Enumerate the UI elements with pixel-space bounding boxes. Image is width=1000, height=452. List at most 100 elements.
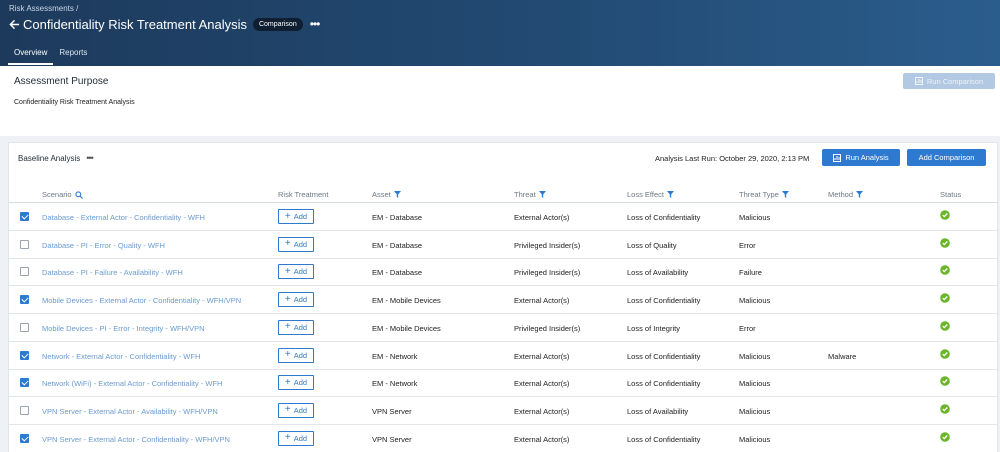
add-risk-treatment-button[interactable]: + Add <box>278 209 314 224</box>
add-risk-treatment-button[interactable]: + Add <box>278 264 314 280</box>
loss-effect-cell: Loss of Availability <box>627 406 689 416</box>
asset-cell: VPN Server <box>372 434 412 444</box>
threat-cell: External Actor(s) <box>514 296 570 306</box>
row-checkbox[interactable] <box>20 295 29 305</box>
col-loss-effect[interactable]: Loss Effect <box>627 190 674 199</box>
loss-effect-cell: Loss of Quality <box>627 240 677 250</box>
threat-cell: External Actor(s) <box>514 351 570 361</box>
status-ok-icon <box>940 237 950 248</box>
search-icon[interactable] <box>74 190 83 199</box>
loss-effect-cell: Loss of Availability <box>627 268 689 278</box>
add-label: Add <box>293 405 308 415</box>
threat-type-cell: Malicious <box>739 213 771 222</box>
asset-cell: EM - Database <box>372 240 423 250</box>
row-checkbox[interactable] <box>20 212 29 221</box>
scenario-link[interactable]: Network - External Actor - Confidentiali… <box>42 352 200 361</box>
scenario-link[interactable]: Database - PI - Failure - Availability -… <box>42 268 183 277</box>
tab-bar: Overview Reports <box>8 48 93 65</box>
col-method-label: Method <box>828 190 854 199</box>
run-comparison-button[interactable]: Run Comparison <box>903 73 995 89</box>
asset-cell: VPN Server <box>372 406 412 416</box>
purpose-text: Confidentiality Risk Treatment Analysis <box>14 99 135 106</box>
filter-icon[interactable] <box>538 191 546 198</box>
scenario-link[interactable]: Database - External Actor - Confidential… <box>42 213 205 222</box>
tab-reports[interactable]: Reports <box>53 48 93 65</box>
baseline-analysis-card: Baseline Analysis ••• Analysis Last Run:… <box>8 142 998 452</box>
row-checkbox[interactable] <box>20 322 29 332</box>
comparison-icon <box>914 77 923 85</box>
threat-type-cell: Malicious <box>739 351 771 361</box>
plus-icon: + <box>284 265 291 277</box>
add-comparison-button[interactable]: Add Comparison <box>907 149 986 166</box>
add-label: Add <box>293 239 308 249</box>
add-risk-treatment-button[interactable]: + Add <box>278 236 314 252</box>
back-arrow-icon[interactable] <box>7 17 21 31</box>
col-scenario[interactable]: Scenario <box>42 190 83 199</box>
col-threat[interactable]: Threat <box>514 190 546 199</box>
plus-icon: + <box>284 238 291 250</box>
table-row: Network (WiFi) - External Actor - Confid… <box>9 369 997 398</box>
loss-effect-cell: Loss of Confidentiality <box>627 296 701 306</box>
add-label: Add <box>293 378 308 388</box>
more-options-icon[interactable]: ••• <box>310 18 321 30</box>
assessment-purpose-panel: Assessment Purpose Confidentiality Risk … <box>0 66 1000 136</box>
scenario-link[interactable]: Database - PI - Error - Quality - WFH <box>42 241 165 250</box>
row-checkbox[interactable] <box>20 239 29 249</box>
scenario-link[interactable]: Mobile Devices - External Actor - Confid… <box>42 296 241 305</box>
add-risk-treatment-button[interactable]: + Add <box>278 402 314 418</box>
table-row: Database - PI - Failure - Availability -… <box>9 258 997 287</box>
table-row: Mobile Devices - External Actor - Confid… <box>9 286 997 315</box>
plus-icon: + <box>284 376 291 388</box>
row-checkbox[interactable] <box>20 433 29 443</box>
plus-icon: + <box>284 210 291 222</box>
row-checkbox[interactable] <box>20 405 29 415</box>
row-checkbox[interactable] <box>20 350 29 360</box>
filter-icon[interactable] <box>393 191 401 198</box>
col-threat-type[interactable]: Threat Type <box>739 190 789 199</box>
threat-cell: Privileged Insider(s) <box>514 268 581 278</box>
row-checkbox[interactable] <box>20 378 29 388</box>
asset-cell: EM - Network <box>372 351 418 361</box>
plus-icon: + <box>284 293 291 305</box>
filter-icon[interactable] <box>666 191 674 198</box>
tab-overview[interactable]: Overview <box>8 48 54 65</box>
loss-effect-cell: Loss of Integrity <box>627 323 680 333</box>
plus-icon: + <box>284 432 291 444</box>
breadcrumb[interactable]: Risk Assessments / <box>9 4 78 13</box>
add-risk-treatment-button[interactable]: + Add <box>278 347 314 363</box>
add-risk-treatment-button[interactable]: + Add <box>278 375 314 391</box>
add-risk-treatment-button[interactable]: + Add <box>278 319 314 335</box>
asset-cell: EM - Mobile Devices <box>372 323 441 333</box>
threat-cell: Privileged Insider(s) <box>514 240 581 250</box>
baseline-more-icon[interactable]: ••• <box>86 153 94 163</box>
scenario-link[interactable]: Mobile Devices - PI - Error - Integrity … <box>42 324 205 333</box>
loss-effect-cell: Loss of Confidentiality <box>627 379 701 389</box>
col-method[interactable]: Method <box>828 190 864 199</box>
threat-type-cell: Malicious <box>739 379 771 389</box>
col-risk-treatment: Risk Treatment <box>278 190 329 199</box>
run-analysis-label: Run Analysis <box>845 153 889 162</box>
scenario-link[interactable]: Network (WiFi) - External Actor - Confid… <box>42 379 222 388</box>
col-scenario-label: Scenario <box>42 190 72 199</box>
add-risk-treatment-button[interactable]: + Add <box>278 292 314 308</box>
plus-icon: + <box>284 404 291 416</box>
scenario-link[interactable]: VPN Server - External Actor - Confidenti… <box>42 435 230 444</box>
col-threat-label: Threat <box>514 190 536 199</box>
method-cell: Malware <box>828 351 857 361</box>
row-checkbox[interactable] <box>20 267 29 277</box>
table-row: Network - External Actor - Confidentiali… <box>9 342 997 370</box>
col-status: Status <box>940 190 962 199</box>
threat-type-cell: Malicious <box>739 296 771 306</box>
col-asset[interactable]: Asset <box>372 190 401 199</box>
status-ok-icon <box>940 293 950 303</box>
status-ok-icon <box>940 431 950 442</box>
scenario-link[interactable]: VPN Server - External Actor - Availabili… <box>42 407 218 416</box>
filter-icon[interactable] <box>781 191 789 198</box>
threat-cell: External Actor(s) <box>514 406 570 416</box>
comparison-badge: Comparison <box>252 17 303 31</box>
run-analysis-button[interactable]: Run Analysis <box>822 149 900 166</box>
table-row: Database - External Actor - Confidential… <box>9 203 997 231</box>
title-row: Confidentiality Risk Treatment Analysis … <box>7 15 321 33</box>
filter-icon[interactable] <box>856 191 864 198</box>
add-risk-treatment-button[interactable]: + Add <box>278 430 314 446</box>
